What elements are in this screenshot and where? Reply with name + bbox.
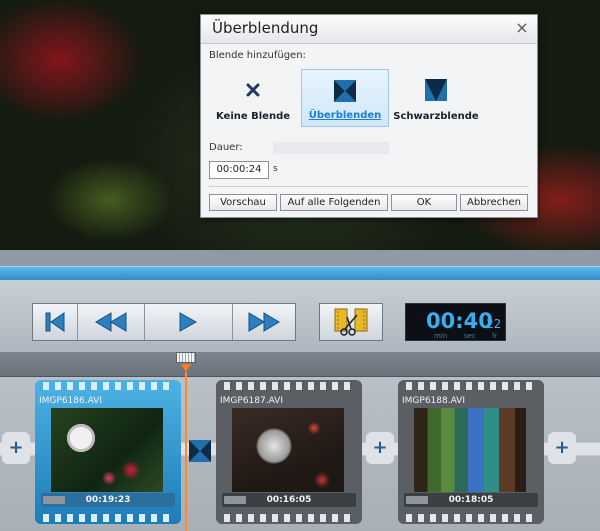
crossfade-icon <box>334 80 356 102</box>
add-clip-button[interactable]: + <box>2 432 30 464</box>
scissors-icon <box>334 308 368 336</box>
timecode-unit-min: min <box>434 332 448 340</box>
film-perforation <box>224 382 354 390</box>
rewind-icon <box>94 312 127 332</box>
option-crossfade-label: Überblenden <box>308 110 382 121</box>
film-perforation <box>224 514 354 522</box>
fast-forward-button[interactable] <box>233 304 295 340</box>
fade-to-black-icon <box>425 79 447 101</box>
clip-card[interactable]: IMGP6188.AVI 00:18:05 <box>398 380 544 524</box>
option-no-blend-label: Keine Blende <box>215 111 291 122</box>
close-icon[interactable]: × <box>513 19 531 37</box>
timecode-frames: 22 <box>486 317 502 331</box>
film-perforation <box>43 382 173 390</box>
add-clip-button[interactable]: + <box>548 432 576 464</box>
preview-button[interactable]: Vorschau <box>209 194 277 211</box>
playhead-marker[interactable] <box>181 364 191 372</box>
play-icon <box>179 312 198 332</box>
duration-unit: s <box>273 164 278 174</box>
add-clip-button[interactable]: + <box>366 432 394 464</box>
dialog-separator <box>209 186 529 187</box>
film-perforation <box>406 514 536 522</box>
clip-duration: 00:16:05 <box>266 495 312 505</box>
clip-name: IMGP6187.AVI <box>220 396 283 406</box>
playhead-handle[interactable] <box>176 352 196 363</box>
film-perforation <box>406 382 536 390</box>
accent-strip <box>0 266 600 281</box>
cut-clip-button[interactable] <box>319 303 383 341</box>
clip-duration: 00:19:23 <box>85 495 131 505</box>
option-crossfade[interactable]: Überblenden <box>301 69 389 127</box>
transport-controls <box>32 303 296 341</box>
clip-name: IMGP6188.AVI <box>402 396 465 406</box>
clip-thumbnail <box>51 408 163 492</box>
film-perforation <box>43 514 173 522</box>
clip-duration: 00:18:05 <box>448 495 494 505</box>
transition-dialog: Überblendung × Blende hinzufügen: Keine … <box>200 14 538 218</box>
clip-name: IMGP6186.AVI <box>39 396 102 406</box>
clip-thumbnail <box>232 408 344 492</box>
dialog-titlebar[interactable]: Überblendung × <box>201 15 537 44</box>
play-button[interactable] <box>145 304 233 340</box>
clip-card[interactable]: IMGP6187.AVI 00:16:05 <box>216 380 362 524</box>
clip-card[interactable]: IMGP6186.AVI 00:19:23 <box>35 380 181 524</box>
fast-forward-icon <box>248 312 280 332</box>
skip-to-start-icon <box>45 312 65 332</box>
timecode-unit-fr: fr <box>492 332 498 340</box>
cancel-button[interactable]: Abbrechen <box>460 194 528 211</box>
timecode-unit-sec: sec <box>464 332 476 340</box>
blend-label: Blende hinzufügen: <box>209 50 306 61</box>
rewind-button[interactable] <box>78 304 145 340</box>
duration-label: Dauer: <box>209 142 243 153</box>
playhead-line <box>185 372 187 531</box>
apply-to-all-button[interactable]: Auf alle Folgenden <box>280 194 388 211</box>
dialog-title: Überblendung <box>212 19 319 37</box>
timecode-main: 00:40 <box>426 309 493 333</box>
timecode-display: 00:40 22 min sec fr <box>405 303 506 341</box>
crossfade-transition-icon[interactable] <box>189 440 211 462</box>
ok-button[interactable]: OK <box>391 194 457 211</box>
option-no-blend[interactable]: Keine Blende <box>209 69 297 127</box>
duration-divider <box>273 142 389 154</box>
clip-thumbnail <box>414 408 526 492</box>
duration-input[interactable]: 00:00:24 <box>209 161 269 179</box>
option-fade-to-black[interactable]: Schwarzblende <box>391 69 481 127</box>
timeline-ruler[interactable] <box>0 352 600 377</box>
skip-to-start-button[interactable] <box>33 304 78 340</box>
x-icon <box>246 83 260 97</box>
option-fade-to-black-label: Schwarzblende <box>393 111 479 122</box>
